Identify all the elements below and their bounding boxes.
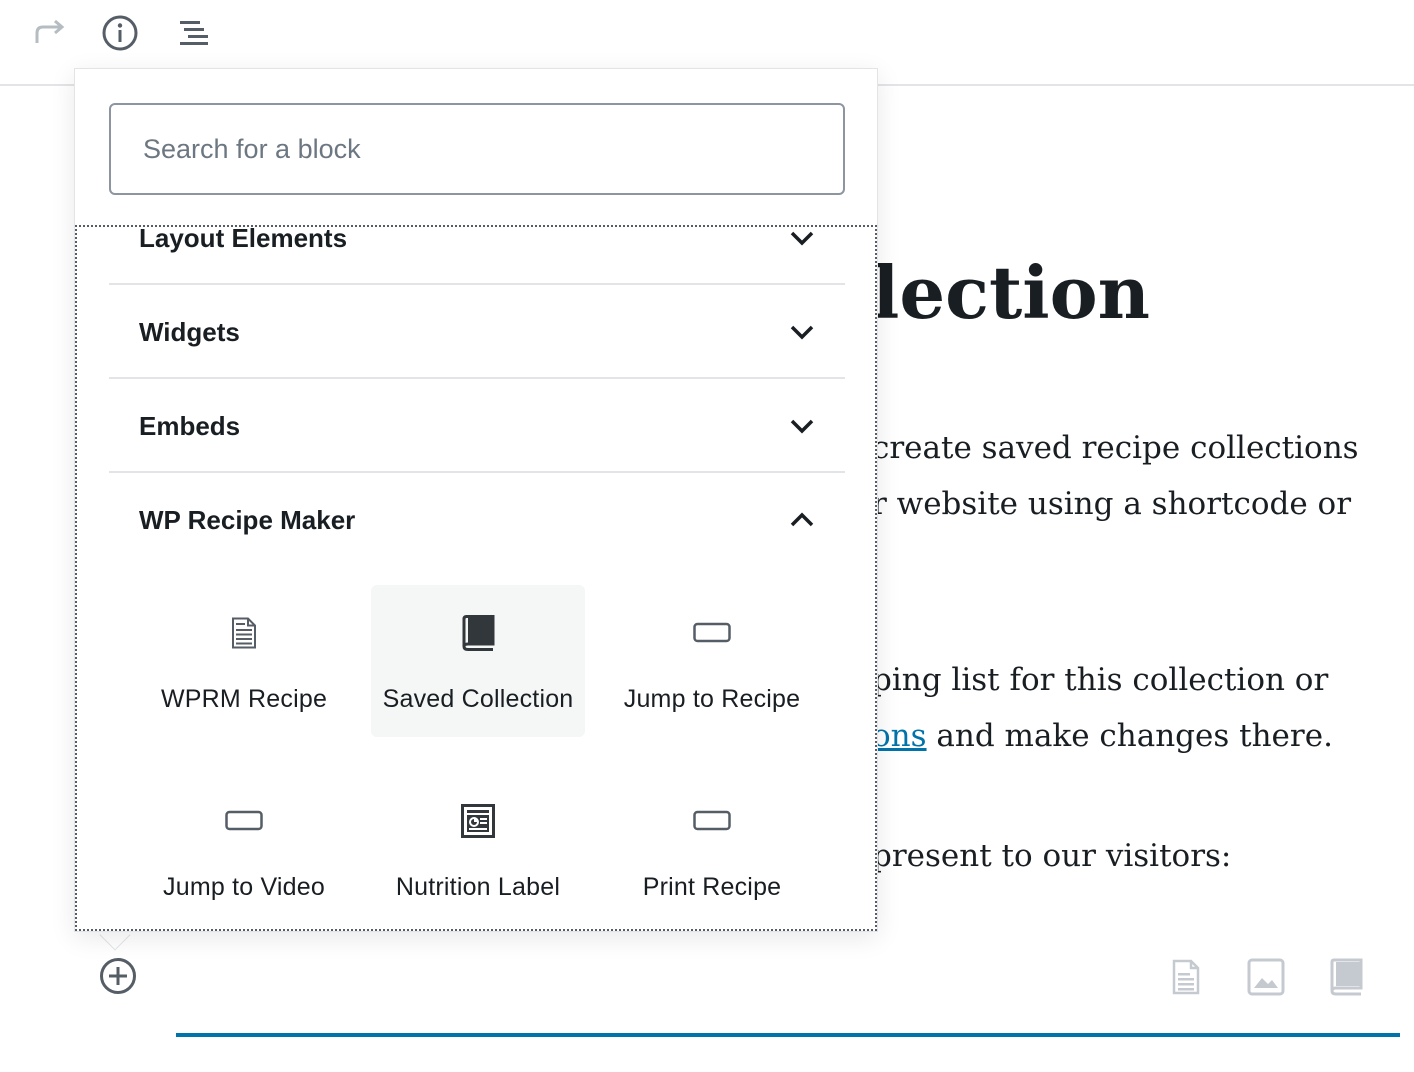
block-label: WPRM Recipe	[160, 685, 328, 713]
focus-indicator-line	[176, 1033, 1400, 1037]
plus-circle-icon	[100, 958, 136, 994]
block-search-input[interactable]	[109, 103, 845, 195]
panel-layout-elements[interactable]: Layout Elements	[109, 225, 845, 285]
paragraph-line[interactable]: r website using a shortcode or	[872, 484, 1351, 524]
button-icon	[225, 810, 263, 831]
block-saved-collection[interactable]: Saved Collection	[371, 585, 585, 737]
redo-button[interactable]	[26, 10, 72, 56]
panel-wp-recipe-maker[interactable]: WP Recipe Maker	[109, 473, 845, 567]
chevron-up-icon	[790, 512, 814, 527]
block-label: Nutrition Label	[395, 873, 561, 901]
panel-widgets[interactable]: Widgets	[109, 285, 845, 379]
info-icon	[102, 15, 138, 51]
button-icon	[693, 622, 731, 643]
quick-insert-recipe-button[interactable]	[1164, 955, 1208, 999]
redo-icon	[35, 19, 65, 43]
panel-title: WP Recipe Maker	[139, 505, 356, 535]
paragraph-text: and make changes there.	[926, 718, 1333, 754]
post-title[interactable]: lection	[872, 248, 1150, 338]
paragraph-line[interactable]: create saved recipe collections	[872, 428, 1359, 468]
chevron-down-icon	[790, 231, 814, 246]
block-wprm-recipe[interactable]: WPRM Recipe	[137, 585, 351, 737]
block-inserter-popover: Layout Elements Widgets Embeds WP Recipe…	[74, 68, 878, 932]
block-print-recipe[interactable]: Print Recipe	[605, 773, 819, 925]
panel-title: Layout Elements	[139, 225, 348, 253]
info-button[interactable]	[97, 10, 143, 56]
paragraph-line[interactable]: ons and make changes there.	[872, 716, 1333, 756]
block-navigation-button[interactable]	[169, 10, 215, 56]
panel-title: Embeds	[139, 411, 241, 441]
book-icon	[1330, 958, 1363, 996]
document-icon	[1172, 959, 1200, 995]
quick-insert-collection-button[interactable]	[1324, 955, 1368, 999]
block-label: Jump to Recipe	[623, 685, 801, 713]
chevron-down-icon	[790, 419, 814, 434]
block-nutrition-label[interactable]: Nutrition Label	[371, 773, 585, 925]
block-icon-wrap	[371, 799, 585, 843]
block-icon-wrap	[137, 611, 351, 655]
nutrition-label-icon	[461, 804, 495, 838]
block-label: Saved Collection	[382, 685, 574, 713]
chevron-down-icon	[790, 325, 814, 340]
block-jump-to-video[interactable]: Jump to Video	[137, 773, 351, 925]
list-outline-icon	[180, 21, 208, 45]
panel-title: Widgets	[139, 317, 240, 347]
paragraph-line[interactable]: present to our visitors:	[872, 836, 1231, 876]
add-block-button[interactable]	[98, 956, 138, 996]
block-jump-to-recipe[interactable]: Jump to Recipe	[605, 585, 819, 737]
button-icon	[693, 810, 731, 831]
panel-embeds[interactable]: Embeds	[109, 379, 845, 473]
block-label: Print Recipe	[642, 873, 782, 901]
block-results[interactable]: Layout Elements Widgets Embeds WP Recipe…	[75, 225, 877, 931]
image-icon	[1247, 958, 1285, 996]
paragraph-link[interactable]: ons	[872, 718, 927, 754]
book-icon	[462, 615, 495, 651]
quick-insert-image-button[interactable]	[1244, 955, 1288, 999]
document-icon	[232, 617, 256, 649]
block-icon-wrap	[137, 799, 351, 843]
block-icon-wrap	[605, 799, 819, 843]
block-icon-wrap	[605, 611, 819, 655]
paragraph-line[interactable]: ping list for this collection or	[872, 660, 1328, 700]
block-label: Jump to Video	[163, 873, 325, 901]
block-icon-wrap	[371, 611, 585, 655]
